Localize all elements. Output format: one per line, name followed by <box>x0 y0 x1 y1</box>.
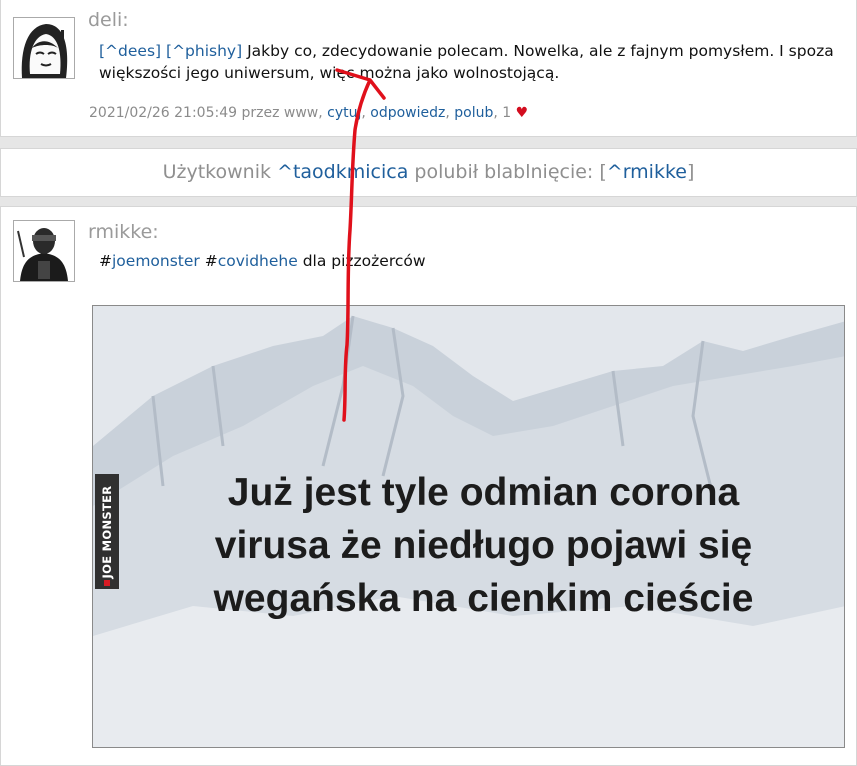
avatar[interactable] <box>13 17 75 79</box>
like-notice: Użytkownik ^taodkmicica polubił blablnię… <box>0 148 857 197</box>
post-deli: deli: [^dees] [^phishy] Jakby co, zdecyd… <box>0 0 857 137</box>
author-name: deli: <box>88 9 129 31</box>
joe-monster-watermark: JOE MONSTER <box>95 474 119 589</box>
notice-suffix: ] <box>686 161 695 183</box>
target-user-link[interactable]: ^rmikke <box>607 161 687 183</box>
meme-caption: Już jest tyle odmian corona virusa że ni… <box>133 466 834 625</box>
meme-image[interactable]: JOE MONSTER Już jest tyle odmian corona … <box>92 305 845 748</box>
like-count: , 1 <box>493 105 512 121</box>
reply-link[interactable]: odpowiedz <box>370 105 445 121</box>
author-name: rmikke: <box>88 221 159 243</box>
mention-link[interactable]: [^dees] <box>99 42 161 60</box>
hash-sign: # <box>199 252 218 270</box>
user-link[interactable]: ^taodkmicica <box>277 161 408 183</box>
timestamp: 2021/02/26 21:05:49 przez www, <box>89 105 323 121</box>
notice-prefix: Użytkownik <box>162 161 271 183</box>
like-link[interactable]: polub <box>454 105 493 121</box>
hash-sign: # <box>99 252 112 270</box>
post-body: #joemonster #covidhehe dla pizzożerców <box>99 250 842 272</box>
caption-line: wegańska na cienkim cieście <box>213 577 754 620</box>
heart-icon: ♥ <box>515 105 529 121</box>
post-body: [^dees] [^phishy] Jakby co, zdecydowanie… <box>99 40 842 84</box>
notice-middle: polubił blablnięcie: [ <box>414 161 607 183</box>
mention-link[interactable]: [^phishy] <box>166 42 242 60</box>
quote-link[interactable]: cytuj <box>327 105 361 121</box>
notice-text: Użytkownik ^taodkmicica polubił blablnię… <box>1 161 856 183</box>
caption-line: virusa że niedługo pojawi się <box>214 524 753 567</box>
caption-line: Już jest tyle odmian corona <box>227 471 740 514</box>
post-meta: 2021/02/26 21:05:49 przez www, cytuj, od… <box>89 105 529 121</box>
tag-covidhehe[interactable]: covidhehe <box>218 252 298 270</box>
tag-joemonster[interactable]: joemonster <box>112 252 200 270</box>
avatar[interactable] <box>13 220 75 282</box>
post-text: dla pizzożerców <box>297 252 426 270</box>
